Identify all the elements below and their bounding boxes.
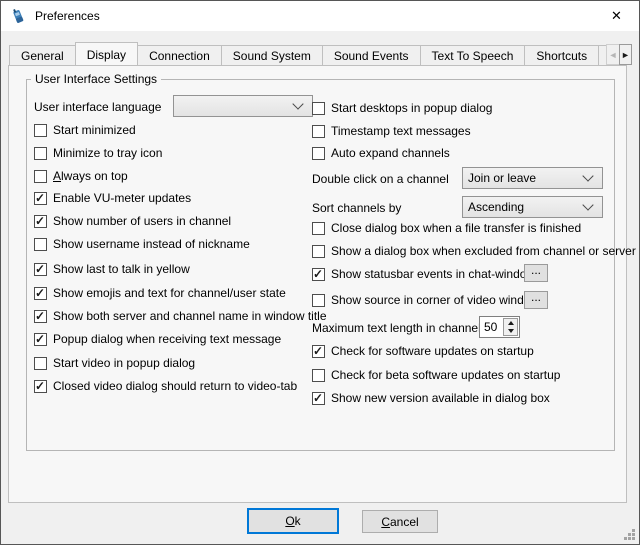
row-video-return-tab: Closed video dialog should return to vid… <box>34 379 297 393</box>
checkbox-always-on-top[interactable] <box>34 170 47 183</box>
scroll-left-icon: ◄ <box>609 50 618 60</box>
row-check-updates: Check for software updates on startup <box>312 344 534 358</box>
checkbox-show-user-count[interactable] <box>34 215 47 228</box>
row-always-on-top: Always on top <box>34 169 128 183</box>
tab-display[interactable]: Display <box>75 42 138 65</box>
cancel-button[interactable]: Cancel <box>362 510 438 533</box>
tab-bar: General Display Connection Sound System … <box>9 41 609 65</box>
checkbox-timestamp[interactable] <box>312 125 325 138</box>
scroll-right-icon: ► <box>621 50 630 60</box>
checkbox-video-popup[interactable] <box>34 357 47 370</box>
row-popup-text-message: Popup dialog when receiving text message <box>34 332 281 346</box>
chevron-down-icon <box>582 170 593 181</box>
row-show-username: Show username instead of nickname <box>34 237 250 251</box>
row-start-minimized: Start minimized <box>34 123 136 137</box>
statusbar-events-browse-button[interactable]: ... <box>524 264 548 282</box>
row-server-channel-title: Show both server and channel name in win… <box>34 309 327 323</box>
checkbox-start-desktops[interactable] <box>312 102 325 115</box>
max-text-length-value: 50 <box>480 317 502 337</box>
row-video-popup: Start video in popup dialog <box>34 356 195 370</box>
tab-shortcuts[interactable]: Shortcuts <box>524 45 599 65</box>
row-auto-expand: Auto expand channels <box>312 146 450 160</box>
language-combobox[interactable] <box>173 95 313 117</box>
checkbox-excluded-dialog[interactable] <box>312 245 325 258</box>
checkbox-statusbar-events[interactable] <box>312 268 325 281</box>
row-show-user-count: Show number of users in channel <box>34 214 231 228</box>
checkbox-new-version-dialog[interactable] <box>312 392 325 405</box>
preferences-dialog: Preferences ✕ General Display Connection… <box>0 0 640 545</box>
video-source-browse-button[interactable]: ... <box>524 291 548 309</box>
row-video-source-corner: Show source in corner of video window <box>312 293 539 307</box>
group-title: User Interface Settings <box>31 72 161 86</box>
checkbox-close-on-transfer[interactable] <box>312 222 325 235</box>
checkbox-minimize-to-tray[interactable] <box>34 147 47 160</box>
tab-scroll-left-button[interactable]: ◄ <box>606 44 619 65</box>
double-click-combobox-value: Join or leave <box>463 171 584 185</box>
close-icon: ✕ <box>611 8 622 24</box>
resize-grip-icon[interactable] <box>623 528 636 541</box>
tab-scroll-buttons: ◄ ► <box>606 44 632 65</box>
chevron-down-icon <box>292 98 303 109</box>
checkbox-popup-text-message[interactable] <box>34 333 47 346</box>
row-start-desktops: Start desktops in popup dialog <box>312 101 492 115</box>
checkbox-check-beta-updates[interactable] <box>312 369 325 382</box>
row-timestamp: Timestamp text messages <box>312 124 471 138</box>
checkbox-show-emojis[interactable] <box>34 287 47 300</box>
checkbox-server-channel-title[interactable] <box>34 310 47 323</box>
double-click-label: Double click on a channel <box>312 172 449 186</box>
sort-channels-label: Sort channels by <box>312 201 401 215</box>
row-vu-meter: Enable VU-meter updates <box>34 191 191 205</box>
arrow-up-icon <box>508 321 514 325</box>
close-button[interactable]: ✕ <box>594 1 639 31</box>
tab-scroll-right-button[interactable]: ► <box>619 44 632 65</box>
tab-text-to-speech[interactable]: Text To Speech <box>420 45 526 65</box>
row-show-emojis: Show emojis and text for channel/user st… <box>34 286 286 300</box>
language-label: User interface language <box>34 100 161 114</box>
tab-sound-events[interactable]: Sound Events <box>322 45 421 65</box>
tab-general[interactable]: General <box>9 45 76 65</box>
arrow-down-icon <box>508 329 514 333</box>
chevron-down-icon <box>582 199 593 210</box>
checkbox-last-to-talk[interactable] <box>34 263 47 276</box>
checkbox-video-return-tab[interactable] <box>34 380 47 393</box>
sort-channels-combobox[interactable]: Ascending <box>462 196 603 218</box>
double-click-combobox[interactable]: Join or leave <box>462 167 603 189</box>
checkbox-check-updates[interactable] <box>312 345 325 358</box>
row-close-on-transfer: Close dialog box when a file transfer is… <box>312 221 581 235</box>
window-title: Preferences <box>35 9 100 23</box>
checkbox-start-minimized[interactable] <box>34 124 47 137</box>
row-statusbar-events: Show statusbar events in chat-window <box>312 267 535 281</box>
row-last-to-talk: Show last to talk in yellow <box>34 262 190 276</box>
title-bar[interactable]: Preferences <box>1 1 639 31</box>
spin-down-button[interactable] <box>504 327 517 335</box>
checkbox-video-source-corner[interactable] <box>312 294 325 307</box>
row-new-version-dialog: Show new version available in dialog box <box>312 391 550 405</box>
checkbox-show-username[interactable] <box>34 238 47 251</box>
row-check-beta-updates: Check for beta software updates on start… <box>312 368 560 382</box>
tab-sound-system[interactable]: Sound System <box>221 45 323 65</box>
max-text-length-spinbox[interactable]: 50 <box>479 316 520 338</box>
row-excluded-dialog: Show a dialog box when excluded from cha… <box>312 244 636 258</box>
row-minimize-to-tray: Minimize to tray icon <box>34 146 162 160</box>
ok-button[interactable]: Ok <box>247 508 339 534</box>
tab-connection[interactable]: Connection <box>137 45 222 65</box>
app-icon <box>10 8 26 24</box>
checkbox-vu-meter[interactable] <box>34 192 47 205</box>
sort-channels-combobox-value: Ascending <box>463 200 584 214</box>
max-text-length-label: Maximum text length in channel list <box>312 321 499 335</box>
spin-up-button[interactable] <box>504 319 517 327</box>
checkbox-auto-expand[interactable] <box>312 147 325 160</box>
